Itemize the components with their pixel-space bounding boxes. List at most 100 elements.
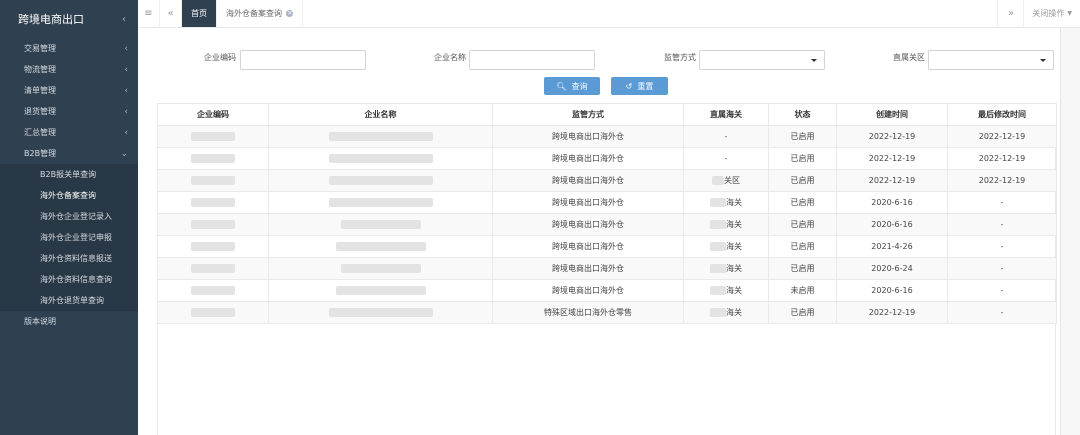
table-row[interactable]: 跨境电商出口海外仓 海关 已启用 2020-6-16 -: [157, 191, 1057, 214]
menu-item-logistics[interactable]: 物流管理 ‹: [0, 59, 138, 80]
cell-status: 已启用: [768, 301, 837, 324]
submenu-item-enterprise-registration-entry[interactable]: 海外仓企业登记录入: [0, 206, 138, 227]
double-chevron-left-icon[interactable]: «: [160, 0, 182, 27]
cell-created: 2021-4-26: [836, 235, 948, 258]
cell-modified: -: [947, 279, 1057, 302]
close-icon[interactable]: [286, 8, 293, 18]
app-title: 跨境电商出口: [18, 13, 84, 26]
submenu-label: 海外仓退货单查询: [40, 296, 104, 305]
column-header[interactable]: 直属海关: [683, 103, 769, 126]
cell-code: [157, 235, 269, 258]
sidebar: 跨境电商出口 ‹ 交易管理 ‹ 物流管理 ‹ 清单管理 ‹ 退货管理 ‹ 汇总管理 ‹ B…: [0, 0, 138, 435]
redacted-text: [328, 198, 433, 207]
close-ops-menu[interactable]: 关闭操作 ▼: [1023, 0, 1080, 27]
menu-item-returns[interactable]: 退货管理 ‹: [0, 101, 138, 122]
table-row[interactable]: 跨境电商出口海外仓 海关 已启用 2020-6-24 -: [157, 257, 1057, 280]
cell-name: [268, 213, 493, 236]
table-row[interactable]: 跨境电商出口海外仓 海关 未启用 2020-6-16 -: [157, 279, 1057, 302]
cell-code: [157, 147, 269, 170]
redacted-text: [710, 242, 726, 251]
submenu-item-enterprise-registration-declare[interactable]: 海外仓企业登记申报: [0, 227, 138, 248]
column-header[interactable]: 企业名称: [268, 103, 493, 126]
menu-item-version[interactable]: 版本说明: [0, 311, 138, 332]
cell-customs: 海关: [683, 213, 769, 236]
enterprise-name-input[interactable]: [469, 50, 595, 70]
cell-created: 2020-6-16: [836, 279, 948, 302]
table-row[interactable]: 跨境电商出口海外仓 海关 已启用 2020-6-16 -: [157, 213, 1057, 236]
column-header[interactable]: 企业编码: [157, 103, 269, 126]
menu-item-manifest[interactable]: 清单管理 ‹: [0, 80, 138, 101]
redacted-text: [191, 132, 235, 141]
table-row[interactable]: 跨境电商出口海外仓 - 已启用 2022-12-19 2022-12-19: [157, 125, 1057, 148]
submenu-item-b2b-declaration[interactable]: B2B报关单查询: [0, 164, 138, 185]
table-row[interactable]: 跨境电商出口海外仓 海关 已启用 2021-4-26 -: [157, 235, 1057, 258]
reset-button[interactable]: ↺ 重置: [611, 77, 668, 95]
query-button[interactable]: 🔍︎ 查询: [544, 77, 600, 95]
cell-mode: 跨境电商出口海外仓: [492, 125, 684, 148]
reset-icon: ↺: [625, 81, 633, 91]
b2b-submenu: B2B报关单查询 海外仓备案查询 海外仓企业登记录入 海外仓企业登记申报 海外仓…: [0, 164, 138, 311]
tab-label: 海外仓备案查询: [226, 9, 282, 18]
scrollbar[interactable]: [1060, 28, 1080, 435]
menu-item-b2b[interactable]: B2B管理 ⌄: [0, 143, 138, 164]
cell-mode: 跨境电商出口海外仓: [492, 169, 684, 192]
double-chevron-right-icon[interactable]: »: [997, 0, 1023, 27]
cell-modified: -: [947, 213, 1057, 236]
cell-created: 2020-6-16: [836, 191, 948, 214]
column-header[interactable]: 最后修改时间: [947, 103, 1057, 126]
cell-status: 已启用: [768, 125, 837, 148]
redacted-text: [191, 242, 235, 251]
redacted-text: [710, 220, 726, 229]
menu-label: 版本说明: [24, 317, 56, 326]
chevron-left-icon: ‹: [124, 85, 128, 96]
submenu-item-info-submission[interactable]: 海外仓资料信息报送: [0, 248, 138, 269]
redacted-text: [328, 132, 433, 141]
cell-code: [157, 279, 269, 302]
caret-down-icon: [811, 59, 817, 62]
customs-suffix: 海关: [726, 198, 742, 207]
cell-code: [157, 213, 269, 236]
column-header[interactable]: 创建时间: [836, 103, 948, 126]
submenu-item-return-query[interactable]: 海外仓退货单查询: [0, 290, 138, 311]
submenu-item-info-query[interactable]: 海外仓资料信息查询: [0, 269, 138, 290]
table-row[interactable]: 跨境电商出口海外仓 关区 已启用 2022-12-19 2022-12-19: [157, 169, 1057, 192]
redacted-text: [335, 286, 426, 295]
cell-customs: 海关: [683, 301, 769, 324]
customs-suffix: 海关: [726, 220, 742, 229]
cell-name: [268, 191, 493, 214]
enterprise-code-input[interactable]: [240, 50, 366, 70]
cell-status: 已启用: [768, 257, 837, 280]
menu-item-summary[interactable]: 汇总管理 ‹: [0, 122, 138, 143]
cell-modified: 2022-12-19: [947, 125, 1057, 148]
redacted-text: [710, 308, 726, 317]
customs-suffix: 海关: [726, 286, 742, 295]
redacted-text: [191, 286, 235, 295]
column-header[interactable]: 监管方式: [492, 103, 684, 126]
redacted-text: [712, 176, 724, 185]
cell-mode: 跨境电商出口海外仓: [492, 279, 684, 302]
customs-select[interactable]: [928, 50, 1054, 70]
redacted-text: [710, 198, 726, 207]
results-table: 企业编码 企业名称 监管方式 直属海关 状态 创建时间 最后修改时间 跨境电商出…: [157, 103, 1057, 324]
supervision-mode-label: 监管方式: [664, 53, 696, 62]
cell-code: [157, 257, 269, 280]
redacted-text: [328, 176, 433, 185]
table-row[interactable]: 跨境电商出口海外仓 - 已启用 2022-12-19 2022-12-19: [157, 147, 1057, 170]
tab-label: 首页: [191, 9, 207, 18]
menu-label: 汇总管理: [24, 128, 56, 137]
tab-home[interactable]: 首页: [182, 0, 217, 27]
tab-warehouse-record-query[interactable]: 海外仓备案查询: [217, 0, 303, 27]
supervision-mode-select[interactable]: [699, 50, 825, 70]
cell-mode: 特殊区域出口海外仓零售: [492, 301, 684, 324]
submenu-item-warehouse-record-query[interactable]: 海外仓备案查询: [0, 185, 138, 206]
cell-mode: 跨境电商出口海外仓: [492, 235, 684, 258]
chevron-left-icon[interactable]: ‹: [122, 14, 126, 25]
close-ops-label: 关闭操作: [1032, 9, 1065, 18]
column-header[interactable]: 状态: [768, 103, 837, 126]
table-row[interactable]: 特殊区域出口海外仓零售 海关 已启用 2022-12-19 -: [157, 301, 1057, 324]
submenu-label: 海外仓备案查询: [40, 191, 96, 200]
menu-item-trade[interactable]: 交易管理 ‹: [0, 38, 138, 59]
redacted-text: [191, 308, 235, 317]
hamburger-icon[interactable]: ≡: [138, 0, 160, 27]
chevron-left-icon: ‹: [124, 127, 128, 138]
